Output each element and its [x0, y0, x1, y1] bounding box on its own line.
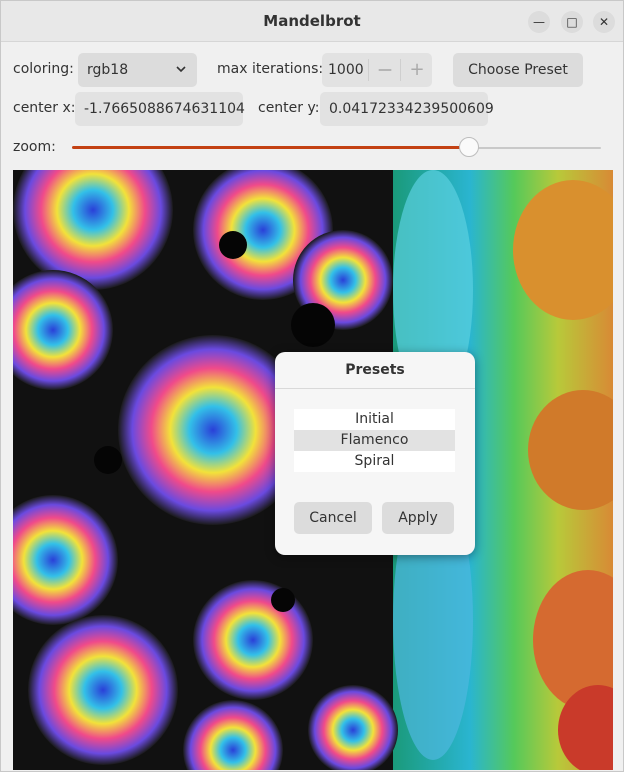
decrement-button[interactable]: — [370, 53, 400, 87]
zoom-slider-track[interactable] [467, 147, 601, 149]
zoom-label: zoom: [13, 139, 56, 155]
close-button[interactable]: ✕ [593, 11, 615, 33]
maximize-button[interactable]: □ [561, 11, 583, 33]
apply-button[interactable]: Apply [382, 502, 454, 534]
preset-item-initial[interactable]: Initial [294, 409, 455, 430]
max-iterations-value[interactable]: 1000 [328, 53, 364, 87]
center-x-label: center x: [13, 100, 76, 116]
zoom-slider-handle[interactable] [458, 137, 479, 157]
max-iterations-label: max iterations: [217, 61, 324, 77]
center-y-label: center y: [258, 100, 320, 116]
center-x-field[interactable]: -1.7665088674631104 [75, 92, 245, 126]
coloring-dropdown[interactable]: rgb18 [78, 53, 197, 87]
presets-dialog: Presets Initial Flamenco Spiral Cancel A… [275, 352, 475, 555]
spin-divider [368, 59, 369, 81]
preset-item-spiral[interactable]: Spiral [294, 451, 455, 472]
dialog-divider [275, 388, 475, 389]
preset-list: Initial Flamenco Spiral [294, 409, 455, 472]
zoom-slider-fill[interactable] [72, 146, 469, 149]
title-bar: Mandelbrot — □ ✕ [1, 1, 623, 42]
minimize-icon: — [533, 15, 545, 29]
close-icon: ✕ [598, 15, 610, 29]
max-iterations-spinbutton: 1000 — + [322, 53, 432, 87]
dialog-title: Presets [345, 362, 405, 378]
preset-item-flamenco[interactable]: Flamenco [294, 430, 455, 451]
spin-divider [400, 59, 401, 81]
increment-button[interactable]: + [402, 53, 432, 87]
choose-preset-button[interactable]: Choose Preset [453, 53, 583, 87]
minimize-button[interactable]: — [528, 11, 550, 33]
center-y-field[interactable]: 0.04172334239500609 [320, 92, 494, 126]
cancel-button[interactable]: Cancel [294, 502, 372, 534]
coloring-value: rgb18 [87, 62, 129, 78]
maximize-icon: □ [566, 15, 578, 29]
coloring-label: coloring: [13, 61, 74, 77]
mandelbrot-window: Mandelbrot — □ ✕ coloring: rgb18 max ite… [0, 0, 624, 772]
